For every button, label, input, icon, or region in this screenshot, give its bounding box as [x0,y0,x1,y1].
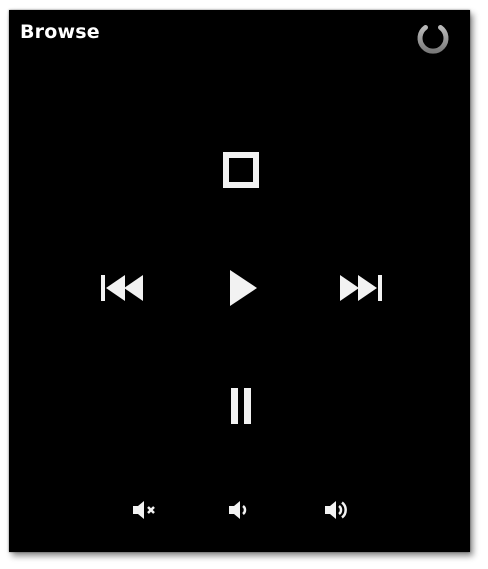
volume-down-button[interactable] [223,496,255,524]
volume-mute-icon [133,501,155,519]
mute-button[interactable] [129,496,161,524]
volume-up-button[interactable] [320,496,354,524]
volume-down-icon [229,501,247,519]
play-icon [230,270,257,306]
pause-icon [231,388,251,424]
stop-button[interactable] [219,148,263,192]
play-button[interactable] [219,266,263,310]
forward-button[interactable] [331,267,389,309]
skip-previous-icon [101,275,143,301]
browse-title[interactable]: Browse [20,21,100,43]
volume-up-icon [325,501,347,519]
stop-icon [223,152,259,188]
skip-next-icon [340,275,382,301]
remote-panel: Browse [9,10,470,552]
rewind-button[interactable] [95,267,151,309]
power-button[interactable] [412,16,454,58]
pause-button[interactable] [219,383,263,429]
power-icon [417,18,449,54]
